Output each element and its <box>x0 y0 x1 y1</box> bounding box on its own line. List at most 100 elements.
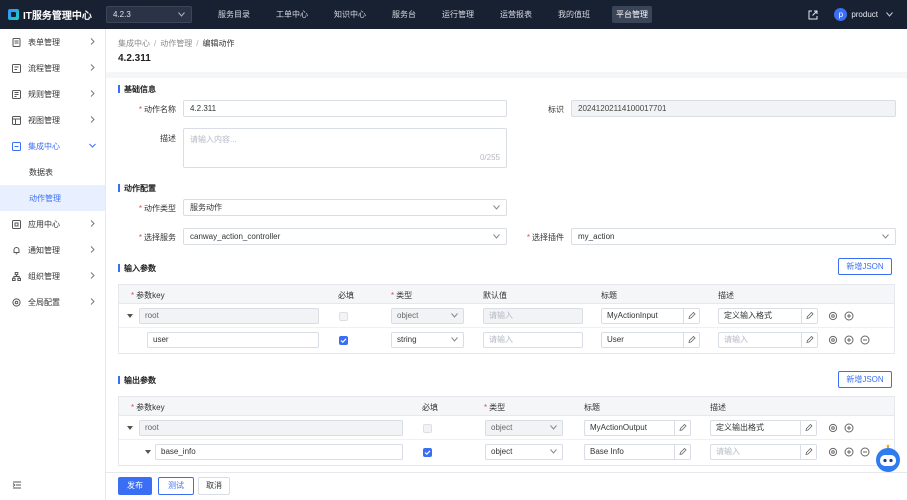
app-icon <box>12 219 21 229</box>
sidebar-item-process-management[interactable]: 流程管理 <box>0 55 105 81</box>
param-key-input[interactable]: user <box>147 332 319 348</box>
plugin-select[interactable]: my_action <box>571 228 896 245</box>
chevron-right-icon <box>90 64 95 71</box>
breadcrumb-integration-center[interactable]: 集成中心 <box>118 39 150 48</box>
top-bar: IT服务管理中心 4.2.3 服务目录 工单中心 知识中心 服务台 运行管理 运… <box>0 0 907 29</box>
chevron-down-icon <box>493 205 500 210</box>
test-button[interactable]: 测试 <box>158 477 194 495</box>
sidebar-subitem-action-management[interactable]: 动作管理 <box>0 185 105 211</box>
description-input[interactable]: 请输入 <box>718 332 818 348</box>
version-select[interactable]: 4.2.3 <box>106 6 192 23</box>
cancel-button[interactable]: 取消 <box>198 477 230 495</box>
edit-icon[interactable] <box>683 309 699 323</box>
remove-row-icon[interactable] <box>860 447 870 457</box>
settings-gear-icon[interactable] <box>828 423 838 433</box>
edit-icon[interactable] <box>800 445 816 459</box>
add-row-icon[interactable] <box>844 447 854 457</box>
default-value-input[interactable]: 请输入 <box>483 308 583 324</box>
description-textarea[interactable]: 请输入内容... 0/255 <box>183 128 507 168</box>
type-select[interactable]: object <box>485 444 563 460</box>
page-title: 4.2.311 <box>118 53 151 64</box>
collapse-sidebar-icon[interactable] <box>12 480 22 490</box>
param-key-input[interactable]: root <box>139 308 319 324</box>
sidebar-item-integration-center[interactable]: 集成中心 <box>0 133 105 159</box>
identifier-input[interactable]: 20241202114100017701 <box>571 100 896 117</box>
app-logo[interactable]: IT服务管理中心 <box>8 7 100 22</box>
nav-knowledge-center[interactable]: 知识中心 <box>330 6 370 23</box>
required-checkbox[interactable] <box>339 336 348 345</box>
output-add-json-button[interactable]: 新增JSON <box>838 371 892 388</box>
description-input[interactable]: 请输入 <box>710 444 817 460</box>
input-add-json-button[interactable]: 新增JSON <box>838 258 892 275</box>
title-input[interactable]: User <box>601 332 700 348</box>
param-key-input[interactable]: base_info <box>155 444 403 460</box>
view-icon <box>12 115 21 125</box>
title-input[interactable]: MyActionOutput <box>584 420 691 436</box>
settings-gear-icon[interactable] <box>828 447 838 457</box>
gear-icon <box>12 297 21 307</box>
required-checkbox[interactable] <box>339 312 348 321</box>
edit-icon[interactable] <box>800 421 816 435</box>
edit-icon[interactable] <box>683 333 699 347</box>
service-select[interactable]: canway_action_controller <box>183 228 507 245</box>
edit-icon[interactable] <box>801 333 817 347</box>
add-row-icon[interactable] <box>844 335 854 345</box>
param-key-input[interactable]: root <box>139 420 403 436</box>
external-link-icon[interactable] <box>808 10 818 20</box>
th-description: 描述 <box>718 291 734 300</box>
required-checkbox[interactable] <box>423 448 432 457</box>
sidebar-item-rule-management[interactable]: 规则管理 <box>0 81 105 107</box>
type-select[interactable]: object <box>391 308 464 324</box>
edit-icon[interactable] <box>801 309 817 323</box>
th-type: * 类型 <box>484 403 506 412</box>
edit-icon[interactable] <box>674 421 690 435</box>
sidebar-item-view-management[interactable]: 视图管理 <box>0 107 105 133</box>
user-name[interactable]: product <box>851 10 878 19</box>
settings-gear-icon[interactable] <box>828 335 838 345</box>
title-input[interactable]: MyActionInput <box>601 308 700 324</box>
main-content: 集成中心 / 动作管理 / 编辑动作 4.2.311 基础信息 * 动作名称 4.2.31… <box>106 29 907 500</box>
type-select[interactable]: string <box>391 332 464 348</box>
type-select[interactable]: object <box>485 420 563 436</box>
edit-icon[interactable] <box>674 445 690 459</box>
breadcrumb: 集成中心 / 动作管理 / 编辑动作 <box>118 38 234 49</box>
chevron-right-icon <box>90 116 95 123</box>
sidebar-item-organization-management[interactable]: 组织管理 <box>0 263 105 289</box>
sidebar-item-app-center[interactable]: 应用中心 <box>0 211 105 237</box>
sidebar-item-form-management[interactable]: 表单管理 <box>0 29 105 55</box>
sidebar-item-label: 组织管理 <box>28 271 60 281</box>
sidebar-item-label: 规则管理 <box>28 89 60 99</box>
rule-icon <box>12 89 21 99</box>
publish-button[interactable]: 发布 <box>118 477 152 495</box>
add-row-icon[interactable] <box>844 311 854 321</box>
assistant-robot-icon[interactable] <box>873 444 903 474</box>
add-row-icon[interactable] <box>844 423 854 433</box>
nav-my-duty[interactable]: 我的值班 <box>554 6 594 23</box>
section-basic-info-title: 基础信息 <box>118 84 156 95</box>
avatar[interactable]: p <box>834 8 848 21</box>
required-checkbox[interactable] <box>423 424 432 433</box>
expand-caret-icon[interactable] <box>127 314 133 318</box>
settings-gear-icon[interactable] <box>828 311 838 321</box>
action-name-input[interactable]: 4.2.311 <box>183 100 507 117</box>
description-input[interactable]: 定义输入格式 <box>718 308 818 324</box>
sidebar-item-global-config[interactable]: 全局配置 <box>0 289 105 315</box>
title-input[interactable]: Base Info <box>584 444 691 460</box>
expand-caret-icon[interactable] <box>127 426 133 430</box>
nav-ticket-center[interactable]: 工单中心 <box>272 6 312 23</box>
description-input[interactable]: 定义输出格式 <box>710 420 817 436</box>
action-type-label: * 动作类型 <box>138 204 176 213</box>
nav-platform-management[interactable]: 平台管理 <box>612 6 652 23</box>
chevron-down-icon[interactable] <box>886 12 893 17</box>
action-type-select[interactable]: 服务动作 <box>183 199 507 216</box>
nav-service-desk[interactable]: 服务台 <box>388 6 420 23</box>
nav-operation-reports[interactable]: 运营报表 <box>496 6 536 23</box>
nav-operation-management[interactable]: 运行管理 <box>438 6 478 23</box>
remove-row-icon[interactable] <box>860 335 870 345</box>
default-value-input[interactable]: 请输入 <box>483 332 583 348</box>
sidebar-item-notification-management[interactable]: 通知管理 <box>0 237 105 263</box>
expand-caret-icon[interactable] <box>145 450 151 454</box>
nav-service-catalog[interactable]: 服务目录 <box>214 6 254 23</box>
breadcrumb-action-management[interactable]: 动作管理 <box>160 39 192 48</box>
sidebar-subitem-data-table[interactable]: 数据表 <box>0 159 105 185</box>
